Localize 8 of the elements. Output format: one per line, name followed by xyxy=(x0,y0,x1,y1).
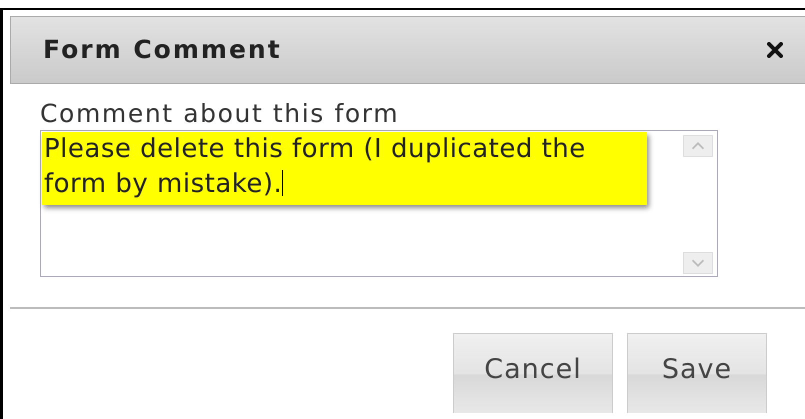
close-icon[interactable] xyxy=(767,42,783,58)
scroll-down-icon[interactable] xyxy=(683,252,713,274)
save-button[interactable]: Save xyxy=(627,333,767,413)
comment-field[interactable]: Please delete this form (I duplicated the form by mistake). xyxy=(40,130,718,277)
field-label: Comment about this form xyxy=(40,100,400,127)
cancel-button[interactable]: Cancel xyxy=(453,333,613,413)
dialog-title: Form Comment xyxy=(43,34,282,66)
scroll-up-icon[interactable] xyxy=(683,135,713,157)
